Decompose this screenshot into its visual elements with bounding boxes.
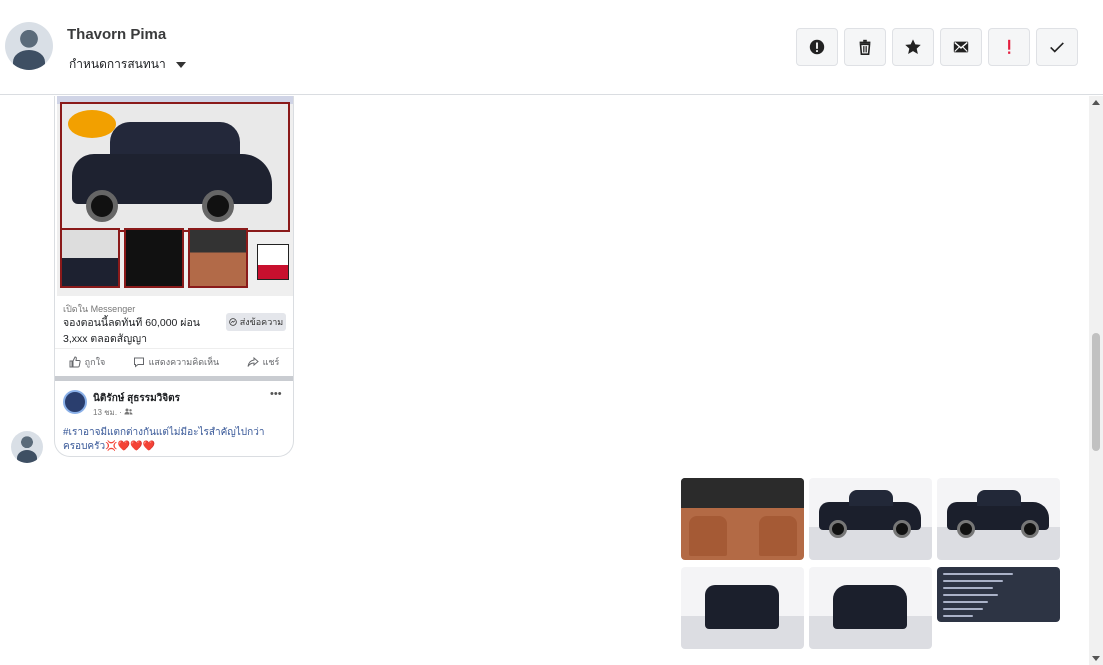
spec-line xyxy=(943,580,1003,582)
best-seller-badge xyxy=(257,244,289,280)
spec-line xyxy=(943,587,993,589)
dealer-logo xyxy=(68,110,116,138)
scroll-thumb[interactable] xyxy=(1092,333,1100,451)
car-wheel xyxy=(957,520,975,538)
contact-name[interactable]: Thavorn Pima xyxy=(67,26,166,43)
car-body xyxy=(833,585,907,629)
mark-spam-button[interactable] xyxy=(796,28,838,66)
spec-line xyxy=(943,573,1013,575)
conversation-toolbar xyxy=(796,28,1078,66)
post-text: #เราอาจมีแตกต่างกันแต่ไม่มีอะไรสำคัญไปกว… xyxy=(63,427,265,452)
scroll-up-arrow-icon[interactable] xyxy=(1092,100,1100,105)
messenger-icon xyxy=(228,318,237,326)
interior-seat xyxy=(689,516,727,556)
post-time: 13 ชม. · xyxy=(93,406,133,419)
mark-done-button[interactable] xyxy=(1036,28,1078,66)
friends-icon xyxy=(124,408,133,415)
like-action[interactable]: ถูกใจ xyxy=(69,355,106,369)
conversation-header: Thavorn Pima กำหนดการสนทนา xyxy=(0,0,1103,95)
ad-thumbnail-strip xyxy=(60,228,248,288)
scrollbar[interactable] xyxy=(1089,96,1103,665)
post-divider xyxy=(55,376,293,381)
alert-circle-icon xyxy=(809,39,825,55)
photo-spec-sheet[interactable] xyxy=(937,567,1060,622)
share-action[interactable]: แชร์ xyxy=(247,355,280,369)
star-icon xyxy=(905,39,921,55)
truck-wheel xyxy=(86,190,118,222)
ad-image[interactable] xyxy=(57,96,293,296)
ad-thumb xyxy=(60,228,120,288)
share-label: แชร์ xyxy=(262,356,280,367)
photo-interior[interactable] xyxy=(681,478,804,560)
photo-front[interactable] xyxy=(809,567,932,649)
conversation-settings-label: กำหนดการสนทนา xyxy=(69,57,166,71)
photo-side-left[interactable] xyxy=(809,478,932,560)
spec-line xyxy=(943,615,973,617)
post-author-avatar[interactable] xyxy=(63,390,87,414)
ad-meta: เปิดใน Messenger xyxy=(63,304,136,314)
exclamation-icon xyxy=(1008,39,1011,54)
photo-attachment-grid xyxy=(681,478,1060,649)
checkmark-icon xyxy=(1050,42,1064,53)
delete-button[interactable] xyxy=(844,28,886,66)
spec-line xyxy=(943,608,983,610)
spec-line xyxy=(943,601,988,603)
ad-main-photo xyxy=(60,102,290,232)
sender-avatar[interactable] xyxy=(11,431,43,463)
envelope-icon xyxy=(953,41,969,53)
more-options-icon[interactable]: ••• xyxy=(270,388,282,400)
share-icon xyxy=(247,356,259,367)
scroll-down-arrow-icon[interactable] xyxy=(1092,656,1100,661)
spec-line xyxy=(943,594,998,596)
follow-up-button[interactable] xyxy=(988,28,1030,66)
trash-icon xyxy=(859,39,871,56)
car-wheel xyxy=(893,520,911,538)
post-time-text: 13 ชม. · xyxy=(93,408,122,417)
shared-post-card[interactable]: เปิดใน Messenger จองตอนนี้ลดทันที 60,000… xyxy=(54,96,294,457)
conversation-settings-dropdown[interactable]: กำหนดการสนทนา xyxy=(69,55,186,74)
car-wheel xyxy=(1021,520,1039,538)
post-author[interactable]: นิติรักษ์ สุธรรมวิจิตร xyxy=(93,391,180,406)
post-actions: ถูกใจ แสดงความคิดเห็น แชร์ xyxy=(55,348,293,374)
photo-side-right[interactable] xyxy=(937,478,1060,560)
send-message-button[interactable]: ส่งข้อความ xyxy=(226,313,286,331)
like-label: ถูกใจ xyxy=(84,356,106,367)
contact-avatar[interactable] xyxy=(5,22,53,70)
car-body xyxy=(705,585,779,629)
car-wheel xyxy=(829,520,847,538)
thumbs-up-icon xyxy=(69,355,81,367)
interior-seat xyxy=(759,516,797,556)
interior-dashboard xyxy=(681,478,804,508)
send-message-label: ส่งข้อความ xyxy=(239,317,284,327)
star-button[interactable] xyxy=(892,28,934,66)
ad-text: จองตอนนี้ลดทันที 60,000 ผ่อน 3,xxx ตลอดส… xyxy=(63,317,200,345)
photo-rear[interactable] xyxy=(681,567,804,649)
caret-down-icon xyxy=(175,61,186,68)
comment-label: แสดงความคิดเห็น xyxy=(148,356,220,367)
comment-action[interactable]: แสดงความคิดเห็น xyxy=(133,355,220,369)
mark-unread-button[interactable] xyxy=(940,28,982,66)
ad-thumb xyxy=(188,228,248,288)
truck-wheel xyxy=(202,190,234,222)
comment-icon xyxy=(133,357,144,368)
ad-thumb xyxy=(124,228,184,288)
